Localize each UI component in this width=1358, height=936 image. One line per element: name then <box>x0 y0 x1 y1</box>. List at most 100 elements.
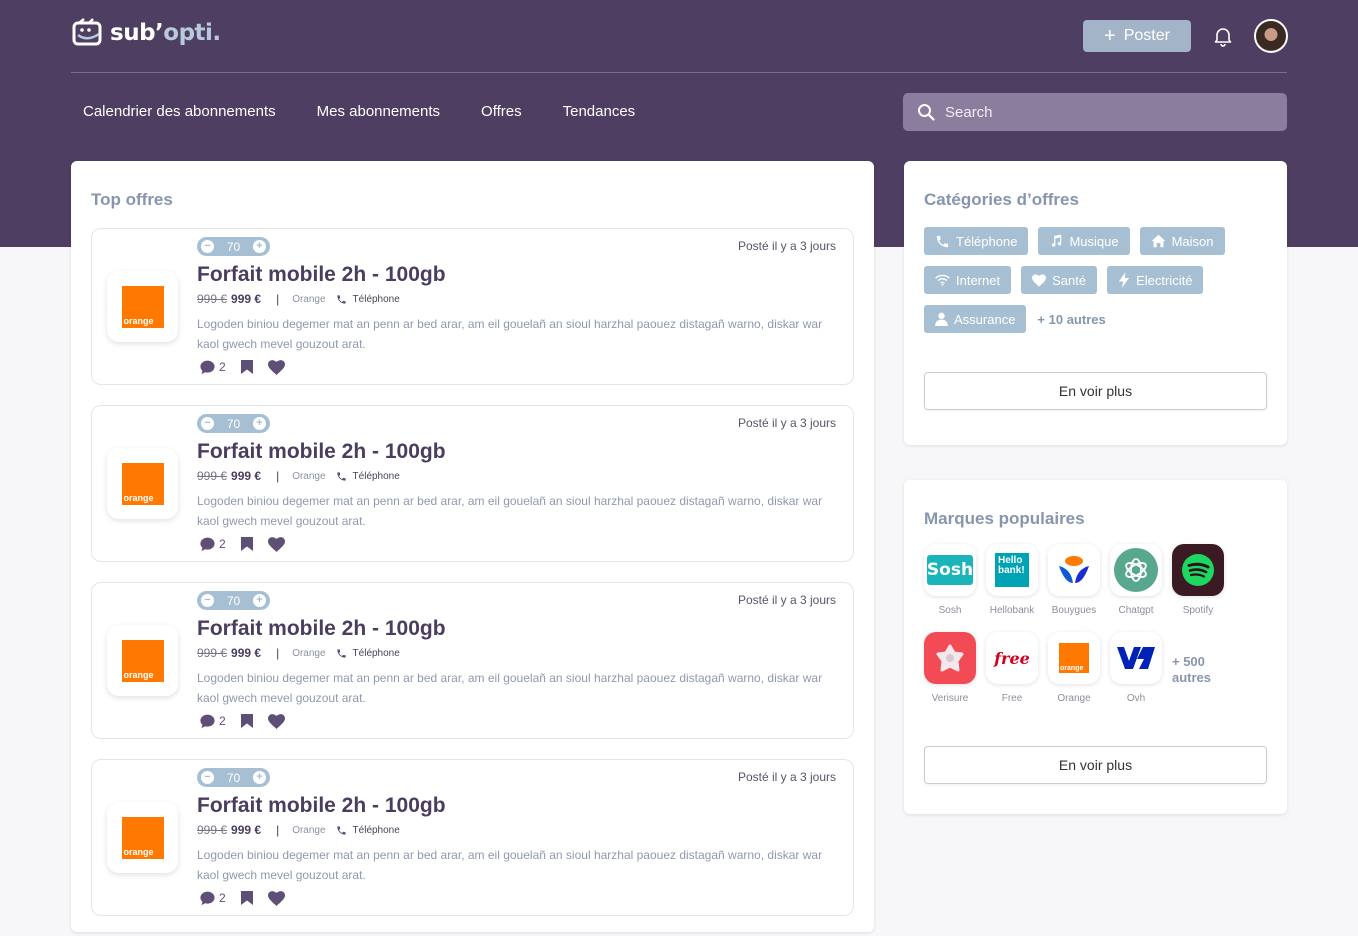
brand-sosh[interactable]: Sosh Sosh <box>924 544 976 616</box>
brand-logo[interactable] <box>924 632 976 684</box>
bell-icon[interactable] <box>1211 24 1235 48</box>
category-chip-sante[interactable]: Santé <box>1021 266 1098 294</box>
offer-brand-logo[interactable]: orange <box>107 802 178 873</box>
brand-spotify[interactable]: Spotify <box>1172 544 1224 616</box>
nav-offers[interactable]: Offres <box>481 103 522 120</box>
orange-logo-text: orange <box>123 492 154 503</box>
brand-orange[interactable]: orange Orange <box>1048 632 1100 704</box>
meta-separator: | <box>276 646 280 660</box>
app-logo[interactable]: sub’opti. <box>71 18 221 48</box>
brand-ovh[interactable]: Ovh <box>1110 632 1162 704</box>
upvote-button[interactable]: + <box>252 594 266 607</box>
brand-logo[interactable] <box>1110 632 1162 684</box>
heart-icon[interactable] <box>267 713 285 729</box>
brand-tag[interactable]: Orange <box>292 471 325 482</box>
category-chip-electricite[interactable]: Electricité <box>1107 266 1204 294</box>
upvote-button[interactable]: + <box>252 771 266 784</box>
offer-brand-logo[interactable]: orange <box>107 271 178 342</box>
category-chip-maison[interactable]: Maison <box>1139 227 1225 255</box>
nav-my-subscriptions[interactable]: Mes abonnements <box>317 103 440 120</box>
meta-separator: | <box>276 292 280 306</box>
offer-brand-logo[interactable]: orange <box>107 448 178 519</box>
bolt-icon <box>1118 272 1130 288</box>
more-categories-label[interactable]: + 10 autres <box>1036 305 1105 333</box>
offer-card[interactable]: orange − 70 + Posté il y a 3 jours Forfa… <box>91 759 854 916</box>
avatar[interactable] <box>1254 19 1288 53</box>
brand-logo[interactable]: free <box>986 632 1038 684</box>
category-chip-musique[interactable]: Musique <box>1038 227 1130 255</box>
downvote-button[interactable]: − <box>201 771 214 784</box>
comments-button[interactable]: 2 <box>199 536 226 552</box>
offer-title[interactable]: Forfait mobile 2h - 100gb <box>197 794 446 818</box>
more-brands-label[interactable]: + 500 autres <box>1172 654 1211 686</box>
offer-card[interactable]: orange − 70 + Posté il y a 3 jours Forfa… <box>91 228 854 385</box>
brand-tag[interactable]: Orange <box>292 648 325 659</box>
brand-tag[interactable]: Orange <box>292 825 325 836</box>
categories-see-more-button[interactable]: En voir plus <box>924 372 1267 410</box>
brand-logo[interactable]: Hello bank! <box>986 544 1038 596</box>
bookmark-icon[interactable] <box>240 713 254 729</box>
category-chip-internet[interactable]: Internet <box>924 266 1012 294</box>
bookmark-icon[interactable] <box>240 359 254 375</box>
brand-free[interactable]: free Free <box>986 632 1038 704</box>
upvote-button[interactable]: + <box>252 240 266 253</box>
heart-icon[interactable] <box>267 890 285 906</box>
category-chip-label: Santé <box>1052 272 1087 288</box>
offer-brand-logo[interactable]: orange <box>107 625 178 696</box>
brand-name: Sosh <box>938 605 962 616</box>
offer-title[interactable]: Forfait mobile 2h - 100gb <box>197 440 446 464</box>
orange-logo-text: orange <box>123 669 154 680</box>
user-icon <box>935 312 948 326</box>
comments-button[interactable]: 2 <box>199 890 226 906</box>
wifi-icon <box>935 274 950 286</box>
brand-bouygues[interactable]: Bouygues <box>1048 544 1100 616</box>
heart-icon[interactable] <box>267 359 285 375</box>
brands-see-more-button[interactable]: En voir plus <box>924 746 1267 784</box>
search-input[interactable] <box>945 103 1245 121</box>
brand-name: Spotify <box>1182 605 1214 616</box>
category-tag[interactable]: Téléphone <box>336 648 400 659</box>
nav-trends[interactable]: Tendances <box>563 103 636 120</box>
brand-chatgpt[interactable]: Chatgpt <box>1110 544 1162 616</box>
brand-hellobank[interactable]: Hello bank! Hellobank <box>986 544 1038 616</box>
brand-verisure[interactable]: Verisure <box>924 632 976 704</box>
downvote-button[interactable]: − <box>201 417 214 430</box>
offer-card[interactable]: orange − 70 + Posté il y a 3 jours Forfa… <box>91 405 854 562</box>
offer-description: Logoden biniou degemer mat an penn ar be… <box>197 494 823 528</box>
brand-logo[interactable] <box>1048 544 1100 596</box>
bookmark-icon[interactable] <box>240 536 254 552</box>
downvote-button[interactable]: − <box>201 240 214 253</box>
offer-card[interactable]: orange − 70 + Posté il y a 3 jours Forfa… <box>91 582 854 739</box>
nav-calendar[interactable]: Calendrier des abonnements <box>83 103 276 120</box>
brand-logo[interactable] <box>1172 544 1224 596</box>
comments-button[interactable]: 2 <box>199 359 226 375</box>
category-tag[interactable]: Téléphone <box>336 471 400 482</box>
vote-counter: − 70 + <box>197 768 270 787</box>
brand-logo[interactable]: orange <box>1048 632 1100 684</box>
orange-logo-icon: orange <box>121 816 164 859</box>
category-tag[interactable]: Téléphone <box>336 825 400 836</box>
chatgpt-logo-icon <box>1125 558 1147 582</box>
post-button[interactable]: + Poster <box>1083 20 1191 52</box>
comment-count: 2 <box>219 360 226 374</box>
offer-title[interactable]: Forfait mobile 2h - 100gb <box>197 617 446 641</box>
brand-logo[interactable]: Sosh <box>924 544 976 596</box>
downvote-button[interactable]: − <box>201 594 214 607</box>
bookmark-icon[interactable] <box>240 890 254 906</box>
offer-meta: 999 € 999 € | Orange Téléphone <box>197 292 400 306</box>
category-chip-telephone[interactable]: Téléphone <box>924 227 1029 255</box>
brand-tag[interactable]: Orange <box>292 294 325 305</box>
category-chip-assurance[interactable]: Assurance <box>924 305 1027 333</box>
category-chip-label: Téléphone <box>956 233 1018 249</box>
comments-button[interactable]: 2 <box>199 713 226 729</box>
offer-actions: 2 <box>199 713 285 729</box>
heart-icon[interactable] <box>267 536 285 552</box>
upvote-button[interactable]: + <box>252 417 266 430</box>
brand-logo[interactable] <box>1110 544 1162 596</box>
offer-title[interactable]: Forfait mobile 2h - 100gb <box>197 263 446 287</box>
comment-count: 2 <box>219 537 226 551</box>
category-tag[interactable]: Téléphone <box>336 294 400 305</box>
hellobank-logo-text: Hello bank! <box>995 553 1029 587</box>
spotify-logo-icon <box>1182 554 1214 586</box>
comment-icon <box>200 714 215 729</box>
